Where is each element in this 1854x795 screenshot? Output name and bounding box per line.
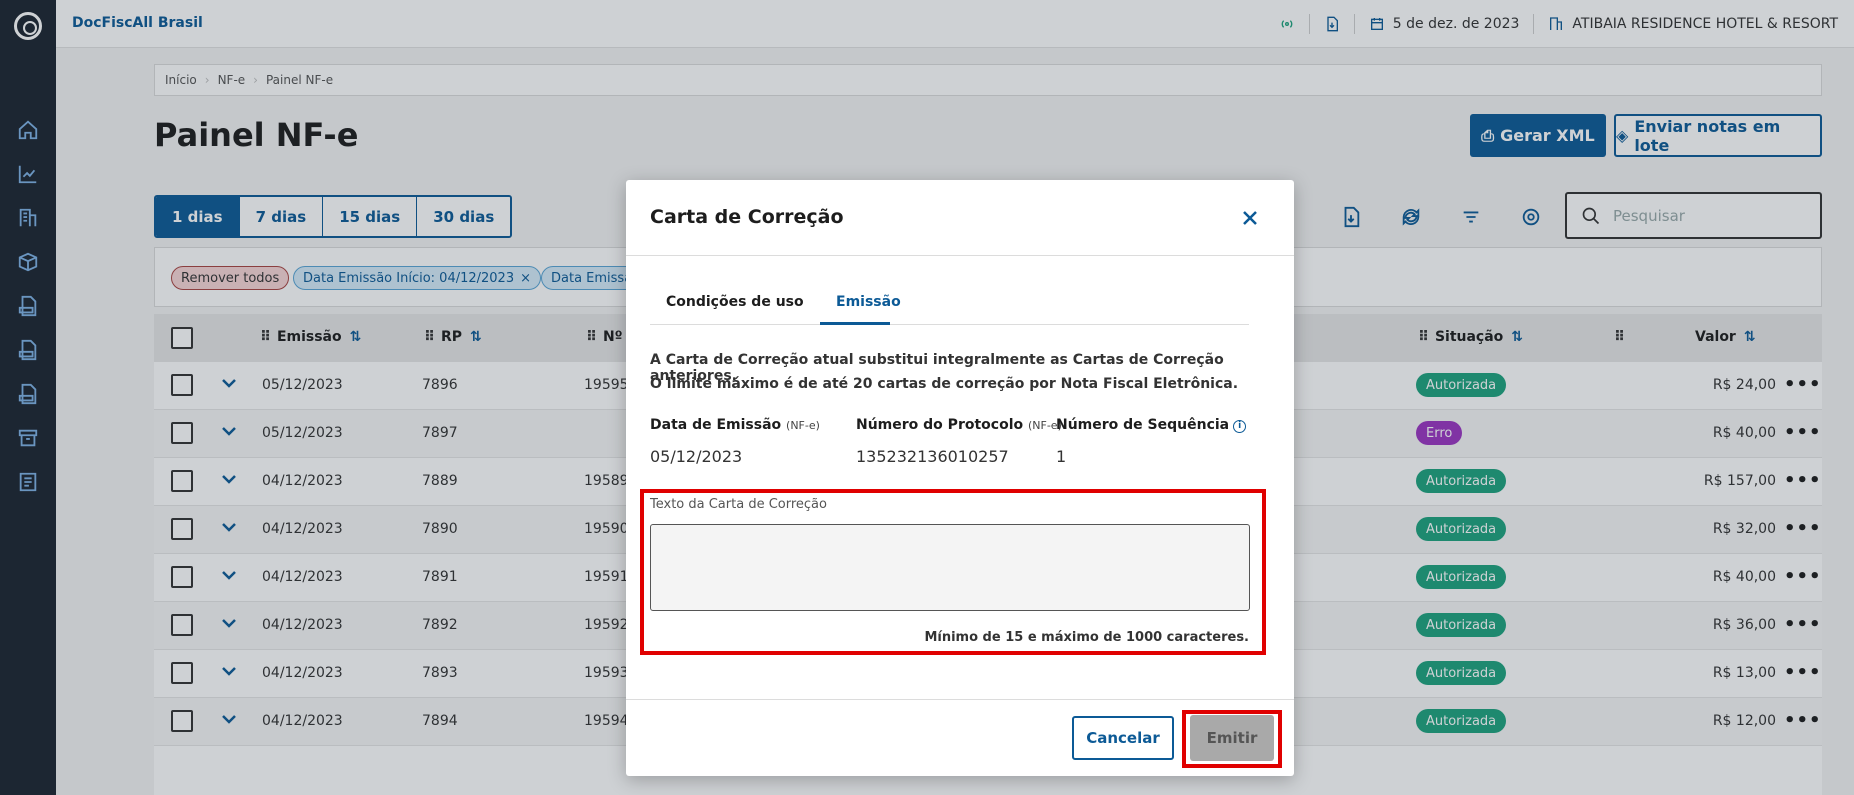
texto-carta-label: Texto da Carta de Correção (650, 497, 827, 512)
active-tab-indicator (820, 322, 890, 325)
modal-title: Carta de Correção (650, 206, 844, 228)
data-emissao-label: Data de Emissão (NF-e) (650, 417, 820, 433)
data-emissao-label-text: Data de Emissão (650, 417, 782, 433)
modal-tabs: Condições de uso Emissão (650, 280, 1249, 325)
divider (626, 255, 1294, 256)
correction-letter-modal: Carta de Correção Condições de uso Emiss… (626, 180, 1294, 776)
numero-sequencia-value: 1 (1056, 447, 1067, 466)
numero-protocolo-label: Número do Protocolo (NF-e) (856, 417, 1062, 433)
numero-sequencia-label: Número de Sequência i (1056, 417, 1247, 433)
nfe-suffix: (NF-e) (786, 419, 820, 432)
info-icon[interactable]: i (1233, 420, 1247, 433)
divider (626, 699, 1294, 700)
info-line-2: O limite máximo é de até 20 cartas de co… (650, 376, 1239, 392)
cancel-button[interactable]: Cancelar (1072, 716, 1174, 760)
char-limit-hint: Mínimo de 15 e máximo de 1000 caracteres… (924, 630, 1249, 645)
close-icon[interactable] (1236, 204, 1264, 232)
numero-protocolo-value: 135232136010257 (856, 447, 1009, 466)
emit-button[interactable]: Emitir (1190, 715, 1274, 761)
data-emissao-value: 05/12/2023 (650, 447, 743, 466)
tab-emissao[interactable]: Emissão (836, 294, 901, 310)
numero-protocolo-label-text: Número do Protocolo (856, 417, 1024, 433)
texto-carta-textarea[interactable] (650, 524, 1250, 611)
numero-sequencia-label-text: Número de Sequência (1056, 417, 1230, 433)
tab-condicoes-de-uso[interactable]: Condições de uso (666, 294, 804, 310)
